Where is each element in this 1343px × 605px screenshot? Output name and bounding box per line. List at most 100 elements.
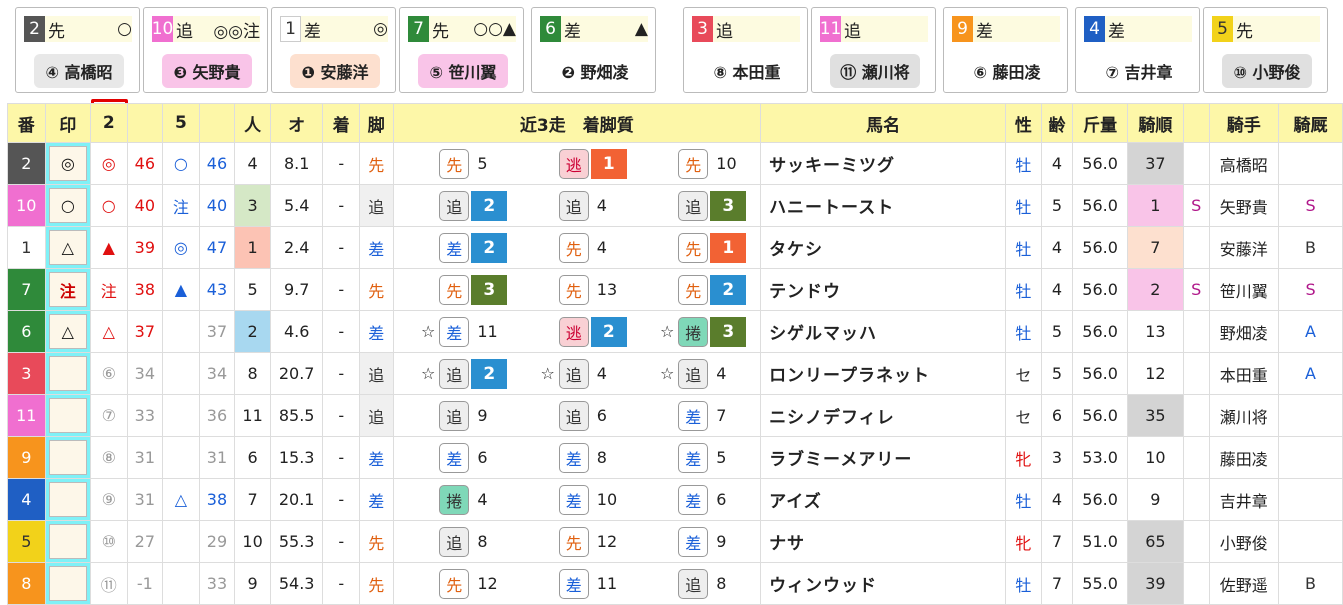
card-jockey[interactable]: ❶ 安藤洋 [290, 54, 380, 88]
mark-value[interactable]: △ [48, 314, 88, 349]
jockey-name[interactable]: 野畑凌 [1208, 310, 1280, 353]
recent-race: ☆ 差 11 [407, 316, 507, 347]
header-col-5[interactable]: 5 [162, 103, 200, 143]
recent-race: 差 6 [407, 442, 507, 473]
header-ninki[interactable]: 人 [234, 103, 271, 143]
card-jockey[interactable]: ❷ 野畑凌 [550, 54, 640, 88]
mark-cell[interactable]: △ [44, 226, 92, 269]
table-row[interactable]: 4 ⑨ 31 △ 38 7 20.1 - 差 捲 4 差 10 差 6 アイズ … [7, 478, 1343, 521]
jockey-name[interactable]: 安藤洋 [1208, 226, 1280, 269]
table-row[interactable]: 10 ○ ○ 40 注 40 3 5.4 - 追 追 2 追 4 追 3 ハニー… [7, 184, 1343, 227]
jockey-name[interactable]: 藤田凌 [1208, 436, 1280, 479]
mark-cell[interactable] [44, 562, 92, 605]
card-jockey[interactable]: ⑥ 藤田凌 [962, 54, 1052, 88]
header-kijun[interactable]: 騎順 [1126, 103, 1184, 143]
header-weight[interactable]: 斤量 [1072, 103, 1128, 143]
mark-input[interactable] [48, 440, 88, 475]
horse-number: 1 [7, 226, 46, 269]
summary-card[interactable]: 7 先 ○○▲ ⑤ 笹川翼 [399, 7, 524, 93]
mark-cell[interactable] [44, 478, 92, 521]
mark-input[interactable] [48, 356, 88, 391]
header-jockey[interactable]: 騎手 [1208, 103, 1280, 143]
jockey-name[interactable]: 佐野遥 [1208, 562, 1280, 605]
card-jockey[interactable]: ⑧ 本田重 [702, 54, 792, 88]
mark-value[interactable]: ○ [48, 188, 88, 223]
horse-name[interactable]: アイズ [760, 478, 1007, 521]
mark-input[interactable] [48, 524, 88, 559]
horse-name[interactable]: ニシノデフィレ [760, 394, 1007, 437]
header-ban[interactable]: 番 [7, 103, 46, 143]
header-sex[interactable]: 性 [1005, 103, 1042, 143]
summary-card[interactable]: 5 先 ⑩ 小野俊 [1203, 7, 1328, 93]
header-col-2[interactable]: 2 [90, 103, 128, 143]
horse-name[interactable]: タケシ [760, 226, 1007, 269]
summary-card[interactable]: 1 差 ◎ ❶ 安藤洋 [271, 7, 396, 93]
mark-input[interactable] [48, 482, 88, 517]
summary-card[interactable]: 4 差 ⑦ 吉井章 [1075, 7, 1200, 93]
mark-cell[interactable]: ◎ [44, 142, 92, 185]
header-kikyu[interactable]: 騎厩 [1278, 103, 1343, 143]
summary-card[interactable]: 2 先 ○ ④ 高橋昭 [15, 7, 140, 93]
horse-name[interactable]: ロンリープラネット [760, 352, 1007, 395]
jockey-name[interactable]: 小野俊 [1208, 520, 1280, 563]
mark-value[interactable]: 注 [48, 272, 88, 307]
leg-style-badge: 追 [678, 358, 709, 389]
summary-card[interactable]: 9 差 ⑥ 藤田凌 [943, 7, 1068, 93]
jockey-name[interactable]: 瀬川将 [1208, 394, 1280, 437]
mark-cell[interactable]: 注 [44, 268, 92, 311]
card-jockey[interactable]: ⑪ 瀬川将 [830, 54, 920, 88]
table-row[interactable]: 11 ⑦ 33 36 11 85.5 - 追 追 9 追 6 差 7 ニシノデフ… [7, 394, 1343, 437]
table-row[interactable]: 9 ⑧ 31 31 6 15.3 - 差 差 6 差 8 差 5 ラブミーメアリ… [7, 436, 1343, 479]
horse-name[interactable]: ナサ [760, 520, 1007, 563]
header-shirushi[interactable]: 印 [44, 103, 92, 143]
col2-symbol: ⑪ [90, 562, 128, 605]
mark-input[interactable] [48, 566, 88, 601]
header-age[interactable]: 齢 [1040, 103, 1074, 143]
jockey-stable-rating: B [1278, 562, 1343, 605]
table-row[interactable]: 1 △ ▲ 39 ◎ 47 1 2.4 - 差 差 2 先 4 先 1 タケシ … [7, 226, 1343, 269]
mark-cell[interactable]: ○ [44, 184, 92, 227]
header-ashi[interactable]: 脚 [358, 103, 394, 143]
mark-cell[interactable] [44, 520, 92, 563]
table-row[interactable]: 8 ⑪ -1 33 9 54.3 - 先 先 12 差 11 追 8 ウィンウッ… [7, 562, 1343, 605]
weight: 56.0 [1072, 394, 1128, 437]
mark-cell[interactable]: △ [44, 310, 92, 353]
mark-input[interactable] [48, 398, 88, 433]
header-chaku[interactable]: 着 [322, 103, 360, 143]
horse-name[interactable]: シゲルマッハ [760, 310, 1007, 353]
summary-card[interactable]: 10 追 ◎◎注 ❸ 矢野貴 [143, 7, 268, 93]
card-jockey[interactable]: ❸ 矢野貴 [162, 54, 252, 88]
table-row[interactable]: 6 △ △ 37 37 2 4.6 - 差 ☆ 差 11 逃 2 ☆ 捲 3 シ… [7, 310, 1343, 353]
jockey-name[interactable]: 高橋昭 [1208, 142, 1280, 185]
horse-name[interactable]: テンドウ [760, 268, 1007, 311]
table-row[interactable]: 7 注 注 38 ▲ 43 5 9.7 - 先 先 3 先 13 先 2 テンド… [7, 268, 1343, 311]
mark-cell[interactable] [44, 352, 92, 395]
jockey-name[interactable]: 吉井章 [1208, 478, 1280, 521]
sex: 牝 [1005, 436, 1042, 479]
header-odds[interactable]: オ [269, 103, 324, 143]
mark-cell[interactable] [44, 436, 92, 479]
horse-name[interactable]: サッキーミツグ [760, 142, 1007, 185]
mark-cell[interactable] [44, 394, 92, 437]
summary-card[interactable]: 6 差 ▲ ❷ 野畑凌 [531, 7, 656, 93]
card-jockey[interactable]: ⑦ 吉井章 [1094, 54, 1184, 88]
card-jockey[interactable]: ⑤ 笹川翼 [418, 54, 508, 88]
finish: - [322, 436, 360, 479]
horse-name[interactable]: ウィンウッド [760, 562, 1007, 605]
jockey-name[interactable]: 本田重 [1208, 352, 1280, 395]
horse-name[interactable]: ハニートースト [760, 184, 1007, 227]
mark-value[interactable]: ◎ [48, 146, 88, 181]
col5-value: 47 [198, 226, 236, 269]
jockey-name[interactable]: 矢野貴 [1208, 184, 1280, 227]
header-horse[interactable]: 馬名 [760, 103, 1007, 143]
summary-card[interactable]: 11 追 ⑪ 瀬川将 [811, 7, 936, 93]
table-row[interactable]: 3 ⑥ 34 34 8 20.7 - 追 ☆ 追 2 ☆ 追 4 ☆ 追 4 ロ… [7, 352, 1343, 395]
horse-name[interactable]: ラブミーメアリー [760, 436, 1007, 479]
mark-value[interactable]: △ [48, 230, 88, 265]
jockey-name[interactable]: 笹川翼 [1208, 268, 1280, 311]
table-row[interactable]: 5 ⑩ 27 29 10 55.3 - 先 追 8 先 12 差 9 ナサ 牝 … [7, 520, 1343, 563]
card-jockey[interactable]: ④ 高橋昭 [34, 54, 124, 88]
card-jockey[interactable]: ⑩ 小野俊 [1222, 54, 1312, 88]
summary-card[interactable]: 3 追 ⑧ 本田重 [683, 7, 808, 93]
table-row[interactable]: 2 ◎ ◎ 46 ○ 46 4 8.1 - 先 先 5 逃 1 先 10 サッキ… [7, 142, 1343, 185]
